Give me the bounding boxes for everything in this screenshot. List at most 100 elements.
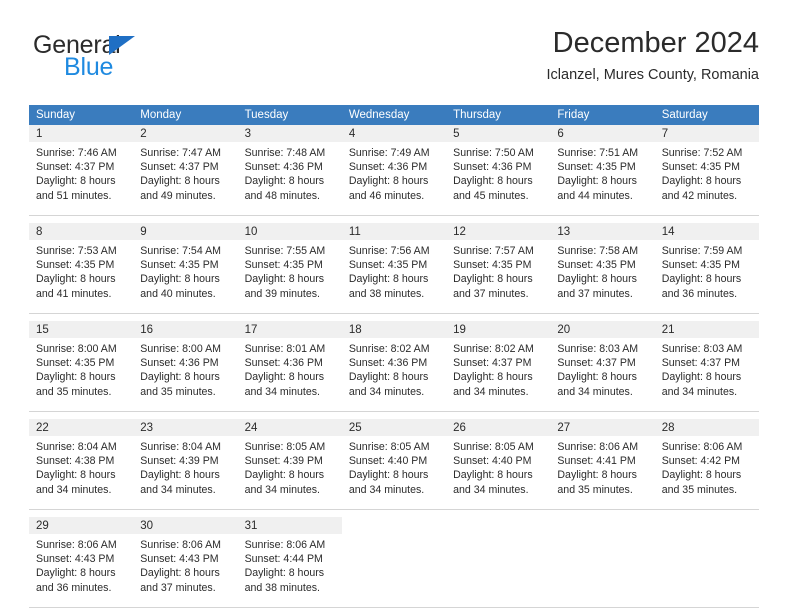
calendar-day-cell[interactable]: 5 Sunrise: 7:50 AM Sunset: 4:36 PM Daylight…: [446, 125, 551, 216]
calendar-day-cell[interactable]: 27 Sunrise: 8:06 AM Sunset: 4:41 PM Dayligh…: [550, 419, 655, 510]
calendar-day-cell[interactable]: 22 Sunrise: 8:04 AM Sunset: 4:38 PM Dayligh…: [29, 419, 134, 510]
calendar-day-cell[interactable]: 28 Sunrise: 8:06 AM Sunset: 4:42 PM Dayligh…: [654, 419, 759, 510]
calendar-day-cell[interactable]: 7 Sunrise: 7:52 AM Sunset: 4:35 PM Daylight…: [654, 125, 759, 216]
sunset-time: Sunset: 4:38 PM: [36, 455, 115, 468]
day-details: Sunrise: 8:01 AM Sunset: 4:36 PM Daylight:…: [238, 338, 342, 399]
daylight-duration-line1: Daylight: 8 hours: [453, 273, 533, 286]
title-block: December 2024 Iclanzel, Mures County, Ro…: [259, 26, 760, 84]
daylight-duration-line1: Daylight: 8 hours: [244, 469, 325, 482]
daylight-duration-line1: Daylight: 8 hours: [244, 175, 325, 188]
daylight-duration-line2: and 41 minutes.: [36, 287, 112, 300]
sunset-time: Sunset: 4:39 PM: [244, 455, 323, 468]
day-details: Sunrise: 8:06 AM Sunset: 4:43 PM Daylight:…: [29, 534, 133, 595]
calendar-week-row: 22 Sunrise: 8:04 AM Sunset: 4:38 PM Dayligh…: [29, 419, 759, 510]
week-spacer: [29, 215, 759, 223]
day-details: Sunrise: 7:55 AM Sunset: 4:35 PM Daylight:…: [238, 240, 342, 301]
calendar-day-cell[interactable]: 19 Sunrise: 8:02 AM Sunset: 4:37 PM Dayligh…: [446, 321, 551, 412]
calendar-day-cell[interactable]: 16 Sunrise: 8:00 AM Sunset: 4:36 PM Dayligh…: [133, 321, 238, 412]
calendar-day-cell[interactable]: 18 Sunrise: 8:02 AM Sunset: 4:36 PM Dayligh…: [341, 321, 447, 412]
calendar-day-cell[interactable]: 9 Sunrise: 7:54 AM Sunset: 4:35 PM Daylight…: [133, 223, 238, 314]
daylight-duration-line1: Daylight: 8 hours: [348, 175, 429, 188]
day-number: 8: [29, 223, 134, 240]
sunrise-time: Sunrise: 8:05 AM: [244, 441, 326, 453]
calendar-day-cell[interactable]: 2 Sunrise: 7:47 AM Sunset: 4:37 PM Daylight…: [133, 125, 238, 216]
daylight-duration-line2: and 51 minutes.: [36, 189, 112, 202]
week-spacer: [29, 313, 759, 321]
sunset-time: Sunset: 4:37 PM: [140, 161, 219, 174]
calendar-day-cell[interactable]: 8 Sunrise: 7:53 AM Sunset: 4:35 PM Daylight…: [29, 223, 134, 314]
weekday-header-thursday: Thursday: [446, 105, 551, 125]
calendar-day-cell[interactable]: 1 Sunrise: 7:46 AM Sunset: 4:37 PM Daylight…: [29, 125, 134, 216]
sunrise-time: Sunrise: 8:05 AM: [348, 441, 430, 453]
calendar-day-cell[interactable]: 15 Sunrise: 8:00 AM Sunset: 4:35 PM Dayligh…: [29, 321, 134, 412]
calendar-day-cell[interactable]: 21 Sunrise: 8:03 AM Sunset: 4:37 PM Dayligh…: [654, 321, 759, 412]
daylight-duration-line2: and 38 minutes.: [348, 287, 425, 300]
daylight-duration-line2: and 34 minutes.: [140, 483, 216, 496]
daylight-duration-line2: and 40 minutes.: [140, 287, 216, 300]
sunset-time: Sunset: 4:35 PM: [661, 259, 741, 272]
page-title: December 2024: [552, 27, 759, 59]
calendar-day-cell[interactable]: 24 Sunrise: 8:05 AM Sunset: 4:39 PM Dayligh…: [237, 419, 342, 510]
calendar-day-cell[interactable]: 10 Sunrise: 7:55 AM Sunset: 4:35 PM Dayligh…: [237, 223, 342, 314]
calendar-day-cell[interactable]: 11 Sunrise: 7:56 AM Sunset: 4:35 PM Dayligh…: [341, 223, 447, 314]
calendar-week-row: 29 Sunrise: 8:06 AM Sunset: 4:43 PM Dayligh…: [29, 517, 759, 608]
general-blue-logo[interactable]: General Blue: [33, 32, 243, 88]
day-number: 20: [550, 321, 655, 338]
sunset-time: Sunset: 4:36 PM: [453, 161, 532, 174]
week-spacer-row: [29, 509, 759, 517]
daylight-duration-line1: Daylight: 8 hours: [36, 469, 116, 482]
day-details: Sunrise: 8:03 AM Sunset: 4:37 PM Daylight:…: [655, 338, 759, 399]
sunset-time: Sunset: 4:36 PM: [348, 357, 428, 370]
calendar-day-cell[interactable]: 6 Sunrise: 7:51 AM Sunset: 4:35 PM Daylight…: [550, 125, 655, 216]
sunset-time: Sunset: 4:37 PM: [661, 357, 741, 370]
week-spacer-row: [29, 313, 759, 321]
daylight-duration-line1: Daylight: 8 hours: [661, 175, 742, 188]
daylight-duration-line2: and 44 minutes.: [557, 189, 633, 202]
daylight-duration-line2: and 34 minutes.: [661, 385, 738, 398]
calendar-day-cell[interactable]: 25 Sunrise: 8:05 AM Sunset: 4:40 PM Dayligh…: [341, 419, 447, 510]
day-details: Sunrise: 7:53 AM Sunset: 4:35 PM Daylight:…: [29, 240, 133, 301]
day-number: [446, 517, 551, 534]
location-subtitle: Iclanzel, Mures County, Romania: [546, 67, 760, 83]
daylight-duration-line2: and 34 minutes.: [453, 385, 529, 398]
day-details: Sunrise: 8:04 AM Sunset: 4:39 PM Daylight:…: [133, 436, 237, 497]
daylight-duration-line2: and 37 minutes.: [453, 287, 529, 300]
sunset-time: Sunset: 4:44 PM: [244, 553, 323, 566]
logo-text-blue: Blue: [64, 53, 114, 81]
calendar-day-cell[interactable]: 13 Sunrise: 7:58 AM Sunset: 4:35 PM Dayligh…: [550, 223, 655, 314]
daylight-duration-line1: Daylight: 8 hours: [140, 469, 220, 482]
calendar-week-row: 15 Sunrise: 8:00 AM Sunset: 4:35 PM Dayligh…: [29, 321, 759, 412]
sunrise-time: Sunrise: 8:06 AM: [244, 539, 326, 551]
calendar-day-cell[interactable]: 20 Sunrise: 8:03 AM Sunset: 4:37 PM Dayligh…: [550, 321, 655, 412]
day-details: Sunrise: 7:50 AM Sunset: 4:36 PM Daylight:…: [446, 142, 550, 203]
sunrise-time: Sunrise: 7:57 AM: [453, 245, 534, 257]
week-spacer: [29, 411, 759, 419]
sunset-time: Sunset: 4:35 PM: [140, 259, 219, 272]
daylight-duration-line2: and 35 minutes.: [36, 385, 112, 398]
calendar-day-cell[interactable]: 23 Sunrise: 8:04 AM Sunset: 4:39 PM Dayligh…: [133, 419, 238, 510]
sunrise-time: Sunrise: 7:51 AM: [557, 147, 639, 159]
calendar-day-cell[interactable]: 4 Sunrise: 7:49 AM Sunset: 4:36 PM Daylight…: [341, 125, 447, 216]
sunset-time: Sunset: 4:36 PM: [348, 161, 428, 174]
sunrise-time: Sunrise: 7:55 AM: [244, 245, 326, 257]
day-number: 1: [29, 125, 134, 142]
daylight-duration-line2: and 35 minutes.: [661, 483, 738, 496]
sunrise-time: Sunrise: 8:06 AM: [557, 441, 639, 453]
calendar-day-cell[interactable]: 26 Sunrise: 8:05 AM Sunset: 4:40 PM Dayligh…: [446, 419, 551, 510]
daylight-duration-line1: Daylight: 8 hours: [36, 273, 116, 286]
calendar-week-row: 1 Sunrise: 7:46 AM Sunset: 4:37 PM Daylight…: [29, 125, 759, 216]
sunrise-time: Sunrise: 8:01 AM: [244, 343, 326, 355]
calendar-day-cell[interactable]: 31 Sunrise: 8:06 AM Sunset: 4:44 PM Dayligh…: [237, 517, 342, 608]
day-details: Sunrise: 8:03 AM Sunset: 4:37 PM Daylight:…: [550, 338, 654, 399]
day-number: 11: [341, 223, 447, 240]
daylight-duration-line2: and 38 minutes.: [244, 581, 320, 594]
day-details: Sunrise: 7:51 AM Sunset: 4:35 PM Daylight:…: [550, 142, 654, 203]
calendar-day-cell[interactable]: 3 Sunrise: 7:48 AM Sunset: 4:36 PM Daylight…: [237, 125, 342, 216]
calendar-day-cell[interactable]: 12 Sunrise: 7:57 AM Sunset: 4:35 PM Dayligh…: [446, 223, 551, 314]
calendar-day-cell[interactable]: 17 Sunrise: 8:01 AM Sunset: 4:36 PM Dayligh…: [237, 321, 342, 412]
calendar-day-cell[interactable]: 30 Sunrise: 8:06 AM Sunset: 4:43 PM Dayligh…: [133, 517, 238, 608]
weekday-header-sunday: Sunday: [29, 105, 134, 125]
calendar-day-cell[interactable]: 29 Sunrise: 8:06 AM Sunset: 4:43 PM Dayligh…: [29, 517, 134, 608]
calendar-day-cell[interactable]: 14 Sunrise: 7:59 AM Sunset: 4:35 PM Dayligh…: [654, 223, 759, 314]
day-number: 2: [133, 125, 238, 142]
